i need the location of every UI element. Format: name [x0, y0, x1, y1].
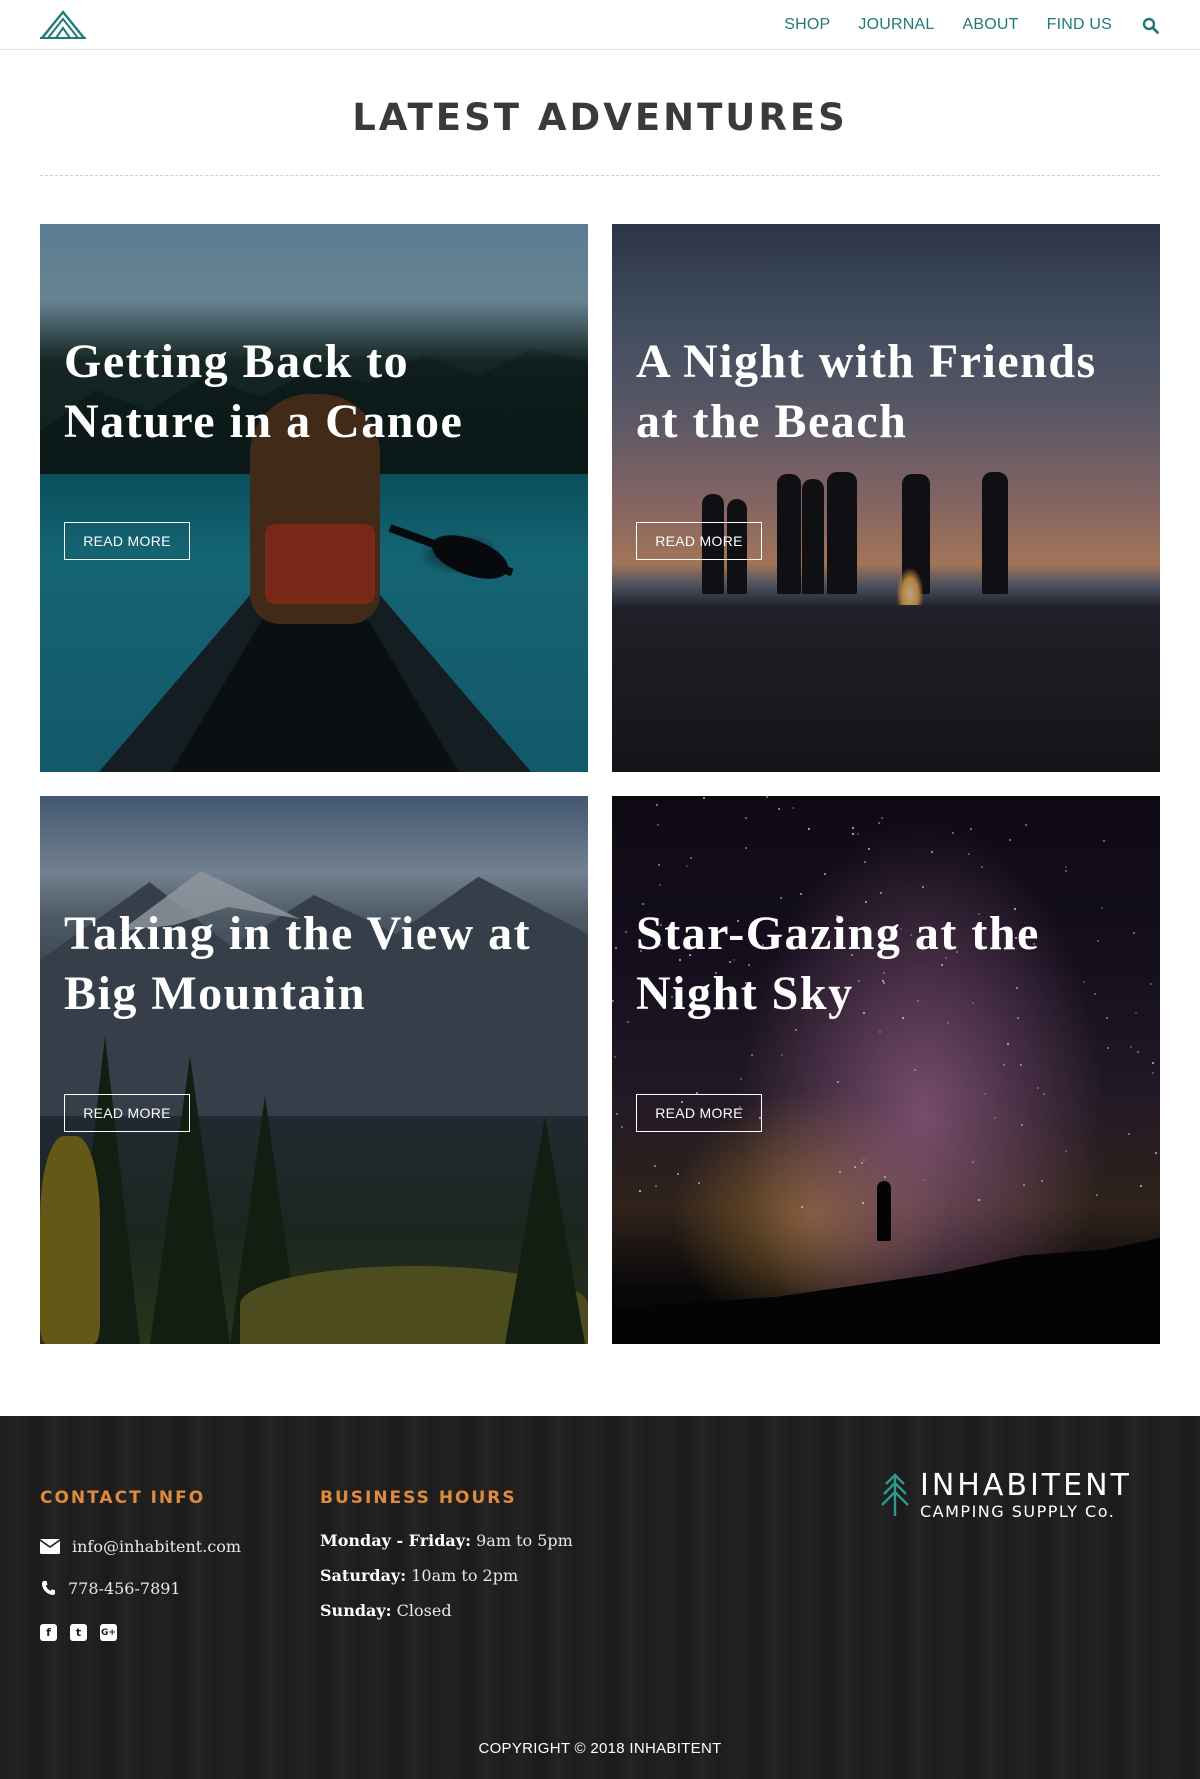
contact-heading: CONTACT INFO	[40, 1488, 206, 1508]
hours-day: Monday - Friday:	[320, 1531, 471, 1550]
hours-heading: BUSINESS HOURS	[320, 1488, 517, 1508]
nav-shop[interactable]: SHOP	[784, 16, 830, 34]
adventure-card-stars[interactable]: Star-Gazing at the Night Sky READ MORE	[612, 796, 1160, 1344]
contact-email-text[interactable]: info@inhabitent.com	[72, 1537, 241, 1556]
social-links: f t G+	[40, 1624, 130, 1641]
brand-subtitle: CAMPING SUPPLY Co.	[920, 1502, 1116, 1521]
read-more-button[interactable]: READ MORE	[636, 522, 762, 560]
card-title: Taking in the View at Big Mountain	[64, 907, 532, 1020]
tent-logo-icon[interactable]	[40, 8, 86, 40]
card-overlay	[612, 224, 1160, 772]
envelope-icon	[40, 1536, 60, 1556]
nav-journal[interactable]: JOURNAL	[858, 16, 934, 34]
hours-day: Saturday:	[320, 1566, 407, 1585]
contact-phone[interactable]: 778-456-7891	[40, 1578, 181, 1598]
phone-icon	[40, 1578, 56, 1598]
title-divider	[40, 175, 1160, 176]
nav-find-us[interactable]: FIND US	[1047, 16, 1112, 34]
card-title: Getting Back to Nature in a Canoe	[64, 335, 464, 448]
copyright: COPYRIGHT © 2018 INHABITENT	[478, 1740, 722, 1757]
google-plus-icon[interactable]: G+	[100, 1624, 117, 1641]
read-more-button[interactable]: READ MORE	[636, 1094, 762, 1132]
pine-tree-icon	[881, 1473, 909, 1516]
adventure-card-mountain[interactable]: Taking in the View at Big Mountain READ …	[40, 796, 588, 1344]
read-more-button[interactable]: READ MORE	[64, 1094, 190, 1132]
main-nav: SHOP JOURNAL ABOUT FIND US	[756, 0, 1160, 50]
hours-day: Sunday:	[320, 1601, 392, 1620]
contact-phone-text[interactable]: 778-456-7891	[68, 1579, 181, 1598]
adventure-card-canoe[interactable]: Getting Back to Nature in a Canoe READ M…	[40, 224, 588, 772]
card-overlay	[40, 796, 588, 1344]
hours-time: 10am to 2pm	[411, 1566, 519, 1585]
nav-about[interactable]: ABOUT	[962, 16, 1018, 34]
hours-time: 9am to 5pm	[476, 1531, 573, 1550]
facebook-icon[interactable]: f	[40, 1624, 57, 1641]
contact-email[interactable]: info@inhabitent.com	[40, 1536, 241, 1556]
site-footer: CONTACT INFO info@inhabitent.com 778-456…	[0, 1416, 1200, 1779]
twitter-icon[interactable]: t	[70, 1624, 87, 1641]
site-header: SHOP JOURNAL ABOUT FIND US	[0, 0, 1200, 50]
card-overlay	[40, 224, 588, 772]
brand-name: INHABITENT	[920, 1468, 1132, 1503]
footer-brand[interactable]: INHABITENT CAMPING SUPPLY Co.	[880, 1468, 1160, 1532]
hours-row: Monday - Friday: 9am to 5pm	[320, 1531, 573, 1550]
page-title: LATEST ADVENTURES	[352, 96, 848, 139]
read-more-button[interactable]: READ MORE	[64, 522, 190, 560]
search-icon[interactable]	[1140, 15, 1160, 35]
hours-row: Sunday: Closed	[320, 1601, 452, 1620]
card-title: Star-Gazing at the Night Sky	[636, 907, 1040, 1020]
hours-row: Saturday: 10am to 2pm	[320, 1566, 518, 1585]
card-overlay	[612, 796, 1160, 1344]
hours-time: Closed	[396, 1601, 452, 1620]
adventure-card-beach[interactable]: A Night with Friends at the Beach READ M…	[612, 224, 1160, 772]
card-title: A Night with Friends at the Beach	[636, 335, 1097, 448]
